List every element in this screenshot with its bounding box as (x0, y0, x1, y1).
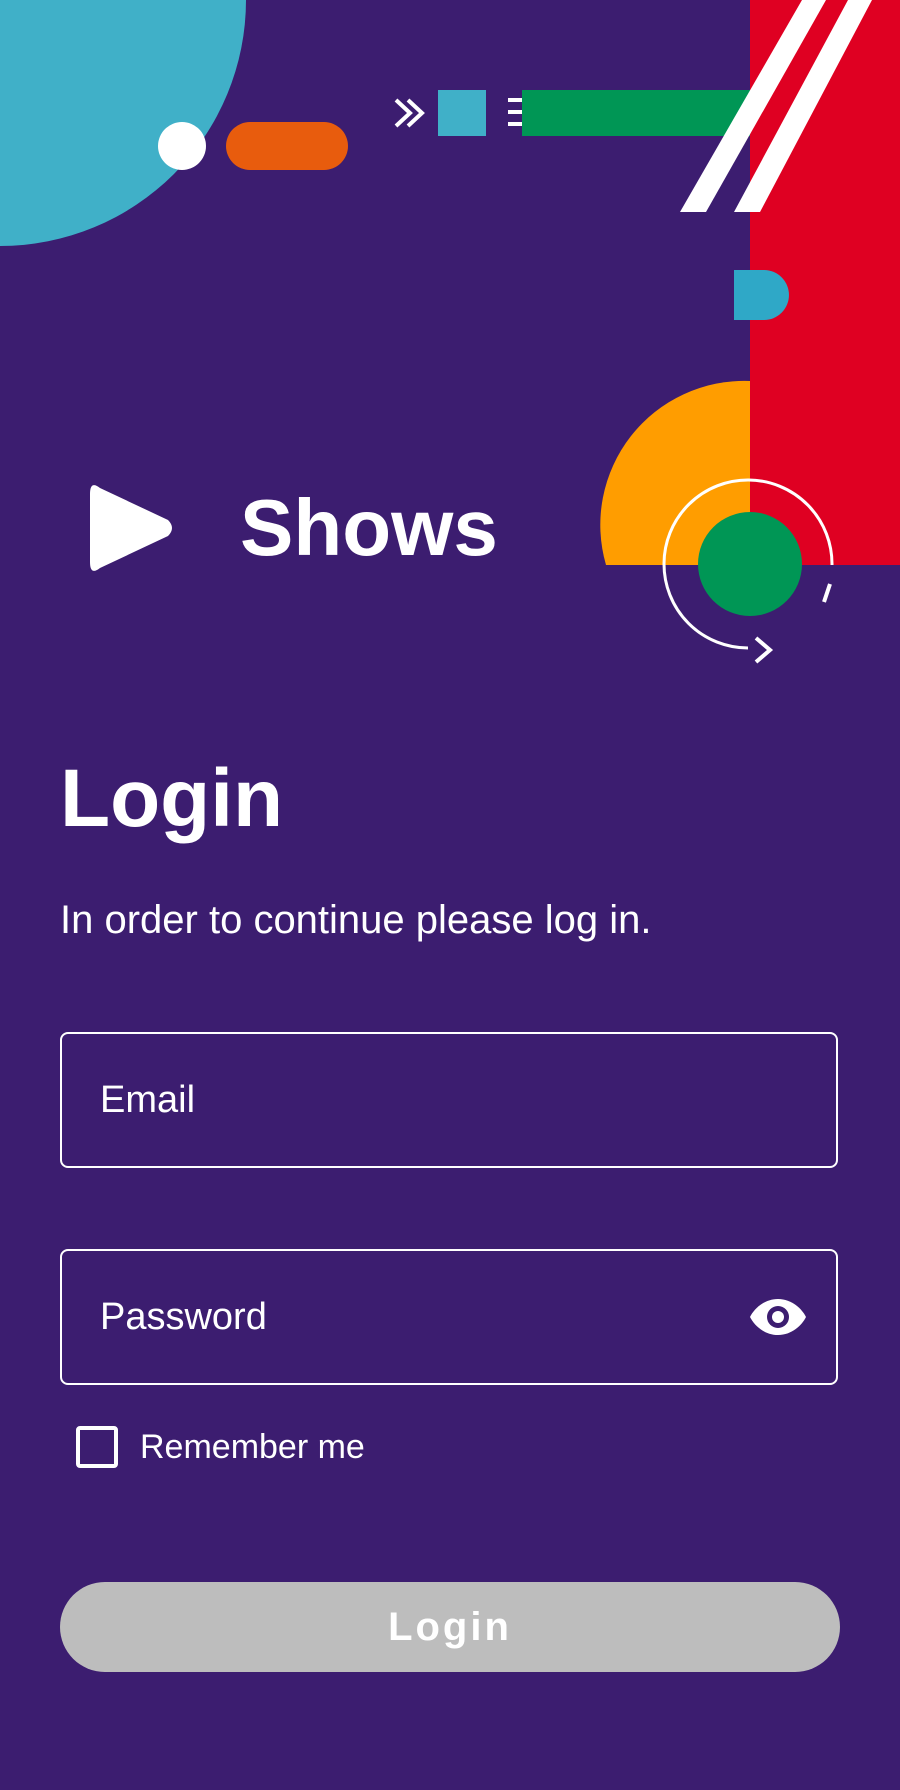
ring-tick-shape (822, 583, 832, 603)
eye-icon[interactable] (750, 1297, 806, 1337)
remember-me-row[interactable]: Remember me (76, 1426, 365, 1468)
teal-d-shape (734, 270, 789, 320)
email-input[interactable] (100, 1034, 740, 1166)
orange-pill-shape (226, 122, 348, 170)
teal-circle-shape (0, 0, 246, 246)
white-dot-shape (158, 122, 206, 170)
header-decoration (0, 0, 900, 680)
double-chevron-icon (394, 98, 425, 128)
remember-me-checkbox[interactable] (76, 1426, 118, 1468)
login-button[interactable]: Login (60, 1582, 840, 1672)
password-field[interactable] (60, 1249, 838, 1385)
green-bar-shape (522, 90, 754, 136)
page-title: Login (60, 753, 284, 844)
remember-me-label: Remember me (140, 1428, 365, 1466)
app-header: Shows (90, 480, 498, 576)
teal-square-shape (438, 90, 486, 136)
green-circle-shape (698, 512, 802, 616)
password-input[interactable] (100, 1251, 740, 1383)
play-icon (90, 480, 176, 576)
app-name: Shows (240, 483, 498, 572)
page-subtitle: In order to continue please log in. (60, 898, 652, 942)
email-field[interactable] (60, 1032, 838, 1168)
arrow-right-icon (754, 636, 774, 664)
